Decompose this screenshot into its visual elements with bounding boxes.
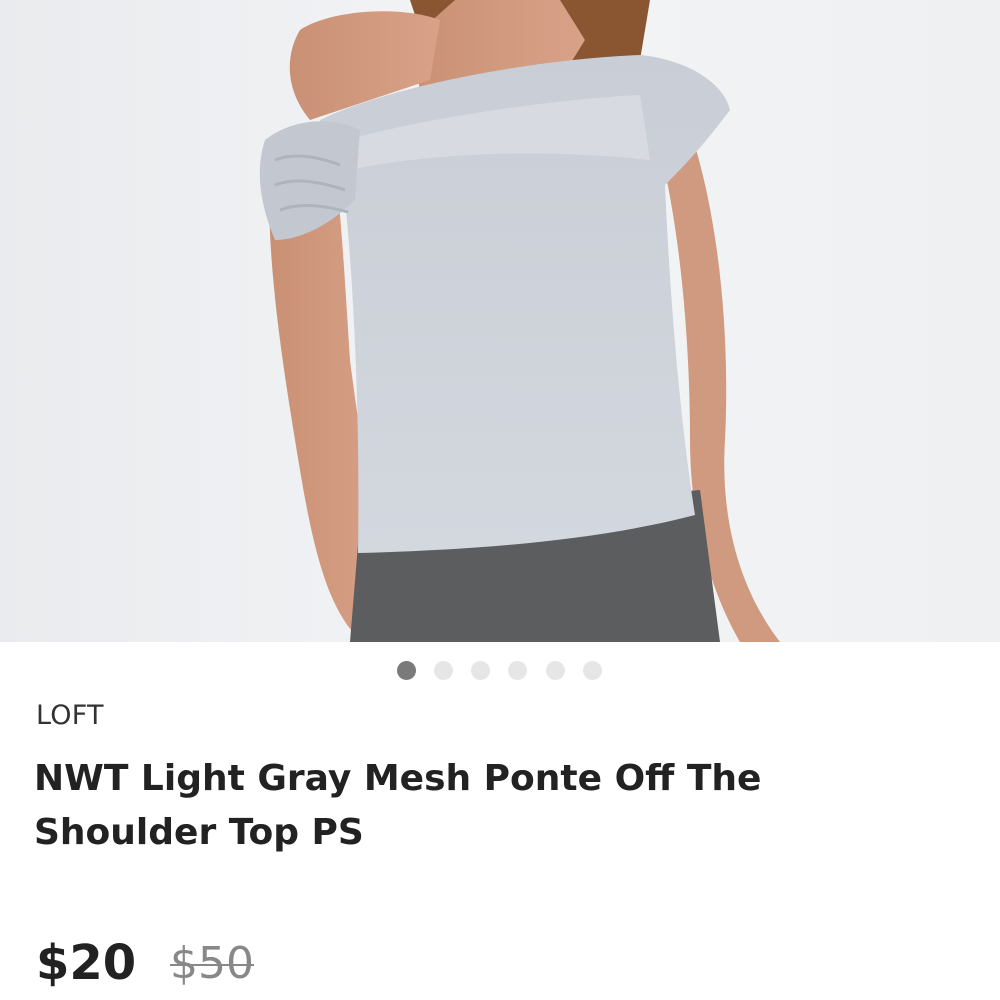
brand-name[interactable]: LOFT xyxy=(36,700,104,731)
page-dot-1[interactable] xyxy=(397,661,416,680)
page-dot-4[interactable] xyxy=(508,661,527,680)
product-title: NWT Light Gray Mesh Ponte Off The Should… xyxy=(34,758,762,853)
sale-price: $20 xyxy=(36,935,137,991)
product-image[interactable] xyxy=(0,0,1000,642)
original-price: $50 xyxy=(170,938,254,989)
image-pagination[interactable] xyxy=(0,661,1000,681)
page-dot-5[interactable] xyxy=(546,661,565,680)
page-dot-3[interactable] xyxy=(471,661,490,680)
product-photo xyxy=(0,0,1000,642)
page-dot-2[interactable] xyxy=(434,661,453,680)
page-dot-6[interactable] xyxy=(583,661,602,680)
